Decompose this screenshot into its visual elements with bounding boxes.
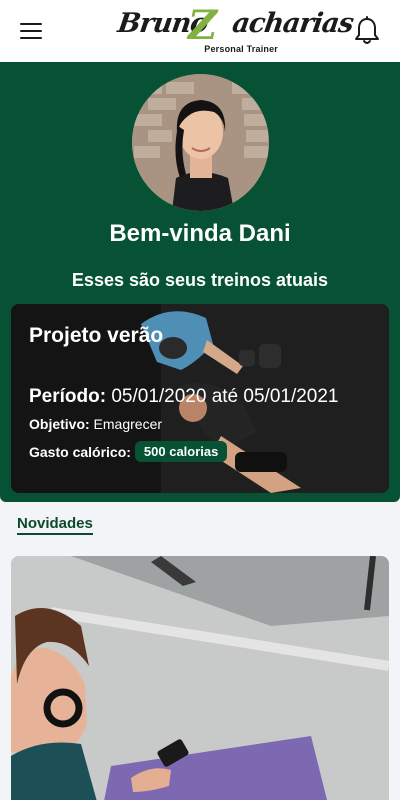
news-card[interactable] [11,556,389,800]
workout-period-row: Período: 05/01/2020 até 05/01/2021 [29,386,339,408]
logo-z-mark: Z [188,2,218,49]
hero-section: Bem-vinda Dani Esses são seus treinos at… [0,62,400,502]
calories-badge: 500 calorias [134,441,228,462]
goal-value: Emagrecer [89,416,163,432]
bell-icon[interactable] [354,16,380,46]
goal-label: Objetivo: [29,416,90,432]
news-card-photo [11,556,389,800]
calories-label: Gasto calórico: [29,443,131,460]
workouts-subtitle: Esses são seus treinos atuais [71,270,329,290]
logo-subtitle: Personal Trainer [204,44,278,54]
app-screen: Bruno acharias Z Personal Trainer Bem-vi… [0,0,400,800]
workout-calories-row: Gasto calórico: 500 calorias [29,441,228,462]
period-label: Período: [29,386,107,407]
brand-logo: Bruno acharias Z Personal Trainer [116,2,355,58]
period-value: 05/01/2020 até 05/01/2021 [106,386,339,407]
hamburger-menu-icon[interactable] [20,23,42,39]
news-tab[interactable]: Novidades [17,515,93,535]
logo-wordmark: Bruno acharias [115,8,355,39]
workout-goal-row: Objetivo: Emagrecer [29,416,162,432]
avatar [132,74,269,211]
top-bar: Bruno acharias Z Personal Trainer [0,0,400,62]
workout-card[interactable]: Projeto verão Período: 05/01/2020 até 05… [11,304,389,493]
workout-title: Projeto verão [29,324,164,347]
avatar-photo [132,74,269,211]
welcome-heading: Bem-vinda Dani [109,220,291,247]
